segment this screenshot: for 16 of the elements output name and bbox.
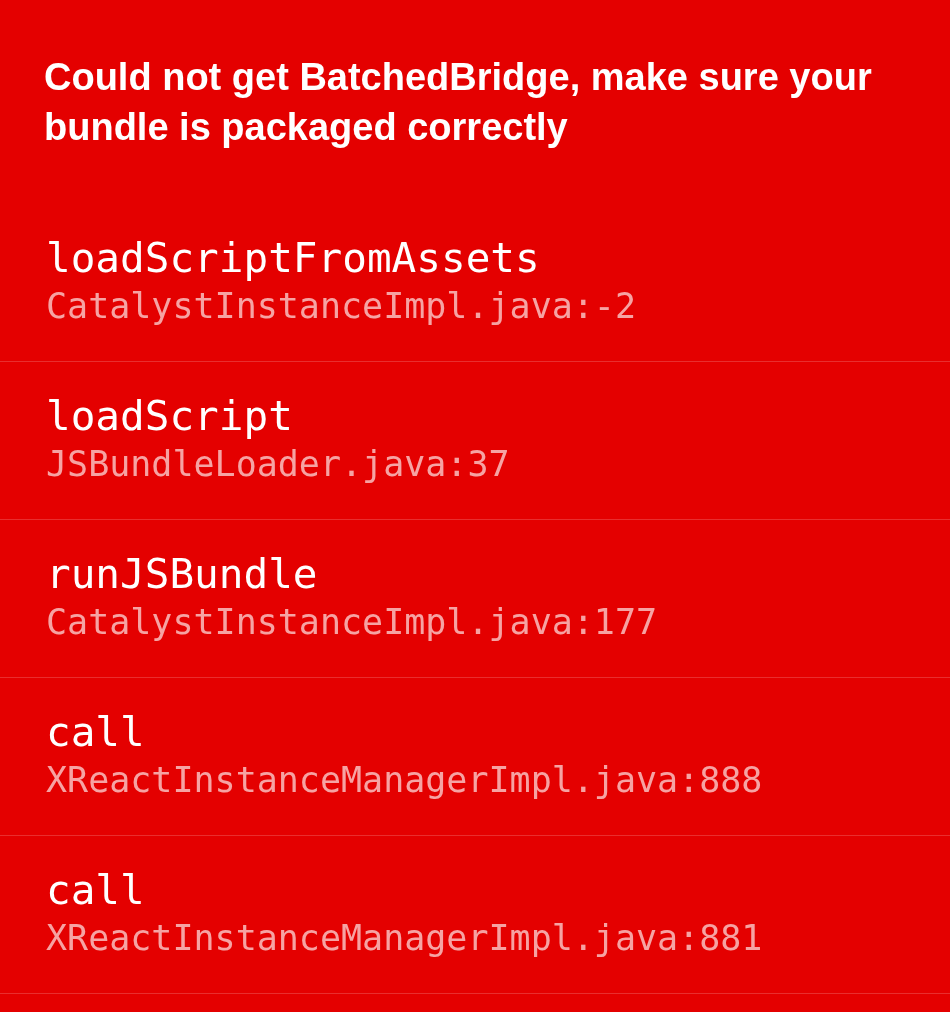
- file-location: CatalystInstanceImpl.java:-2: [46, 286, 636, 326]
- file-location: CatalystInstanceImpl.java:177: [46, 602, 658, 642]
- method-name: runJSBundle: [46, 550, 318, 598]
- method-name: loadScript: [46, 392, 293, 440]
- file-location: XReactInstanceManagerImpl.java:881: [46, 918, 763, 958]
- stack-frame[interactable]: loadScriptFromAssets CatalystInstanceImpl.java:-2: [0, 204, 950, 362]
- method-name: loadScriptFromAssets: [46, 234, 540, 282]
- file-location: XReactInstanceManagerImpl.java:888: [46, 760, 763, 800]
- file-location: JSBundleLoader.java:37: [46, 444, 510, 484]
- method-name: call: [46, 866, 145, 914]
- stack-frame[interactable]: call XReactInstanceManagerImpl.java:888: [0, 678, 950, 836]
- stack-frame[interactable]: loadScript JSBundleLoader.java:37: [0, 362, 950, 520]
- stack-frame[interactable]: runJSBundle CatalystInstanceImpl.java:177: [0, 520, 950, 678]
- error-title: Could not get BatchedBridge, make sure your bundle is packaged correctly: [43, 55, 873, 150]
- stack-frame[interactable]: call XReactInstanceManagerImpl.java:881: [0, 836, 950, 994]
- method-name: call: [46, 708, 145, 756]
